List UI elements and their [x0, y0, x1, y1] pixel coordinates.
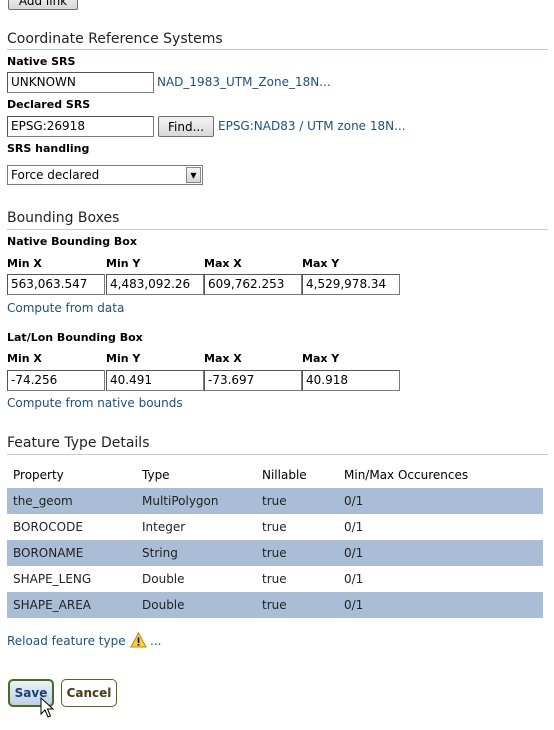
cell-occurences: 0/1: [338, 592, 543, 618]
declared-srs-link[interactable]: EPSG:NAD83 / UTM zone 18N...: [218, 119, 406, 133]
find-srs-label: Find...: [167, 119, 205, 134]
native-srs-field[interactable]: UNKNOWN: [7, 72, 154, 93]
cell-occurences: 0/1: [344, 572, 364, 586]
cell-type: Integer: [142, 520, 186, 534]
declared-srs-label: Declared SRS: [7, 98, 91, 111]
bbox-divider: [7, 229, 548, 230]
native-maxy-label: Max Y: [302, 257, 340, 270]
native-srs-label: Native SRS: [7, 55, 76, 68]
features-divider: [7, 454, 548, 455]
native-minx-field[interactable]: 563,063.547: [7, 274, 105, 295]
reload-feature-type-link[interactable]: Reload feature type: [7, 634, 126, 648]
native-bbox-title: Native Bounding Box: [7, 235, 137, 248]
bbox-section-title: Bounding Boxes: [7, 210, 120, 226]
srs-handling-label: SRS handling: [7, 142, 90, 155]
table-row: SHAPE_LENG Double true 0/1: [7, 566, 543, 592]
table-row: BORONAME String true 0/1: [7, 540, 543, 566]
cell-nillable: true: [262, 520, 287, 534]
column-header-nillable: Nillable: [262, 468, 307, 482]
cell-property: BORONAME: [7, 540, 136, 566]
table-row: SHAPE_AREA Double true 0/1: [7, 592, 543, 618]
cancel-label: Cancel: [66, 686, 112, 700]
srs-handling-select[interactable]: Force declared ▼: [7, 165, 203, 185]
add-link-label: Add link: [18, 0, 68, 8]
column-header-property: Property: [13, 468, 64, 482]
latlon-minx-label: Min X: [7, 352, 42, 365]
native-maxx-field[interactable]: 609,762.253: [204, 274, 302, 295]
table-row: the_geom MultiPolygon true 0/1: [7, 488, 543, 514]
latlon-minx-field[interactable]: -74.256: [7, 370, 105, 391]
crs-section-title: Coordinate Reference Systems: [7, 31, 223, 47]
compute-from-native-link[interactable]: Compute from native bounds: [7, 396, 183, 410]
warning-more-link[interactable]: ...: [150, 634, 161, 648]
srs-handling-value: Force declared: [11, 168, 100, 182]
latlon-maxy-label: Max Y: [302, 352, 340, 365]
column-header-type: Type: [142, 468, 170, 482]
cell-nillable: true: [256, 540, 338, 566]
cell-nillable: true: [262, 572, 287, 586]
table-header-row: Property Type Nillable Min/Max Occurence…: [7, 462, 543, 488]
native-maxy-field[interactable]: 4,529,978.34: [302, 274, 400, 295]
latlon-bbox-title: Lat/Lon Bounding Box: [7, 331, 143, 344]
latlon-miny-label: Min Y: [106, 352, 141, 365]
cell-occurences: 0/1: [338, 488, 543, 514]
cell-property: the_geom: [7, 488, 136, 514]
feature-type-table: Property Type Nillable Min/Max Occurence…: [7, 462, 543, 618]
latlon-maxx-field[interactable]: -73.697: [204, 370, 302, 391]
cell-type: MultiPolygon: [136, 488, 256, 514]
latlon-maxx-label: Max X: [204, 352, 242, 365]
cell-property: SHAPE_LENG: [13, 572, 92, 586]
warning-icon: [130, 631, 147, 651]
add-link-button[interactable]: Add link: [8, 0, 78, 10]
cell-property: SHAPE_AREA: [7, 592, 136, 618]
declared-srs-field[interactable]: EPSG:26918: [7, 116, 154, 137]
native-maxx-label: Max X: [204, 257, 242, 270]
native-miny-label: Min Y: [106, 257, 141, 270]
chevron-down-icon[interactable]: ▼: [186, 167, 201, 183]
cell-property: BOROCODE: [13, 520, 83, 534]
cell-nillable: true: [256, 488, 338, 514]
mouse-cursor-icon: [40, 696, 55, 722]
cancel-button[interactable]: Cancel: [61, 679, 117, 707]
native-miny-field[interactable]: 4,483,092.26: [106, 274, 204, 295]
cell-occurences: 0/1: [344, 520, 364, 534]
cell-nillable: true: [256, 592, 338, 618]
native-srs-link[interactable]: NAD_1983_UTM_Zone_18N...: [157, 75, 331, 89]
compute-from-data-link[interactable]: Compute from data: [7, 301, 124, 315]
find-srs-button[interactable]: Find...: [158, 116, 214, 137]
column-header-occurences: Min/Max Occurences: [344, 468, 469, 482]
crs-divider: [7, 49, 548, 50]
cell-occurences: 0/1: [338, 540, 543, 566]
features-section-title: Feature Type Details: [7, 435, 150, 451]
cell-type: String: [136, 540, 256, 566]
latlon-maxy-field[interactable]: 40.918: [302, 370, 400, 391]
cell-type: Double: [142, 572, 185, 586]
table-row: BOROCODE Integer true 0/1: [7, 514, 543, 540]
cell-type: Double: [136, 592, 256, 618]
latlon-miny-field[interactable]: 40.491: [106, 370, 204, 391]
native-minx-label: Min X: [7, 257, 42, 270]
